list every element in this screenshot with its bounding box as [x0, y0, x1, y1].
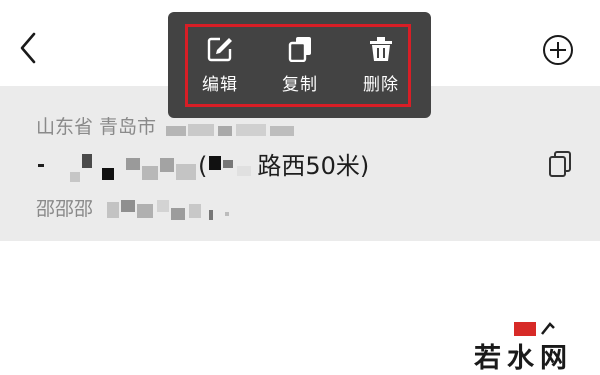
delete-button[interactable]: 删除	[351, 26, 411, 96]
edit-label: 编辑	[202, 75, 238, 95]
copy-label: 复制	[282, 75, 318, 95]
address-paren: (	[198, 152, 208, 180]
redacted-phone	[107, 199, 230, 220]
redacted-text	[209, 156, 252, 176]
edit-button[interactable]: 编辑	[190, 26, 250, 96]
redacted-text	[166, 123, 295, 136]
chevron-left-icon[interactable]	[14, 30, 44, 66]
address-detail: ( 路西50米)	[36, 146, 369, 182]
site-watermark: 若水网	[474, 322, 600, 374]
watermark-logo-mark	[541, 322, 555, 335]
copy-address-icon[interactable]	[548, 150, 572, 178]
edit-icon	[207, 37, 232, 62]
address-detail-text: 路西50米)	[257, 152, 370, 180]
delete-label: 删除	[363, 75, 399, 95]
plus-circle-icon[interactable]	[542, 34, 574, 66]
watermark-text: 若水网	[474, 343, 573, 374]
context-menu: 编辑 复制 删除	[168, 12, 431, 118]
watermark-logo	[514, 322, 536, 336]
redacted-text	[38, 154, 196, 182]
contact-info: 邵邵邵	[36, 194, 239, 224]
address-region-text: 山东省 青岛市	[36, 116, 157, 138]
contact-name: 邵邵邵	[36, 198, 94, 220]
copy-button[interactable]: 复制	[270, 26, 330, 96]
trash-icon	[370, 37, 392, 61]
copy-icon	[288, 37, 311, 62]
